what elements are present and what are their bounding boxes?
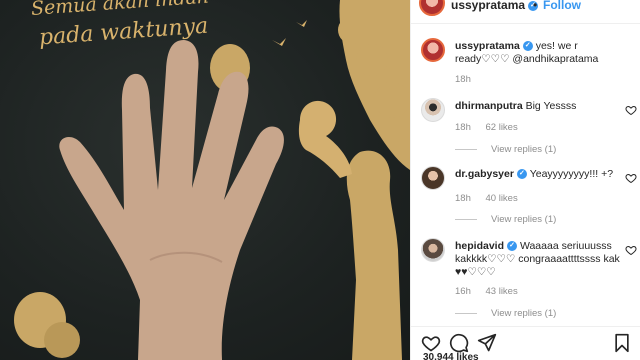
share-paper-plane-icon[interactable]	[477, 333, 497, 353]
comment-body: hepidavid ✓ Waaaaa seriuuusss kakkkk♡♡♡ c…	[455, 240, 625, 279]
follow-button[interactable]: Follow	[543, 0, 581, 12]
comment-meta: 16h 43 likes	[455, 286, 530, 297]
verified-badge-icon: ✓	[516, 169, 527, 180]
caption-username[interactable]: ussypratama	[455, 40, 520, 52]
photo-illustration	[14, 0, 410, 360]
comment-time[interactable]: 18h	[455, 122, 471, 133]
view-replies-button[interactable]: View replies (1)	[455, 214, 556, 225]
avatar[interactable]	[421, 238, 445, 262]
adult-silhouette	[346, 150, 402, 360]
comment-meta: 18h 40 likes	[455, 193, 530, 204]
replies-divider	[455, 312, 477, 314]
post-header: ussypratama ✓ • Follow	[411, 0, 640, 24]
verified-badge-icon: ✓	[522, 41, 533, 52]
caption-time[interactable]: 18h	[455, 74, 471, 85]
child-silhouette	[298, 100, 352, 178]
hand-shape	[59, 40, 284, 360]
like-heart-icon[interactable]	[421, 333, 441, 353]
bookmark-icon[interactable]	[613, 333, 631, 353]
replies-divider	[455, 148, 477, 150]
header-separator: •	[533, 0, 538, 12]
view-replies-button[interactable]: View replies (1)	[455, 144, 556, 155]
comment-likes[interactable]: 43 likes	[486, 286, 518, 297]
header-username[interactable]: ussypratama ✓	[451, 0, 539, 12]
replies-divider	[455, 218, 477, 220]
likes-count[interactable]: 30,944 likes	[423, 352, 479, 360]
comment-username[interactable]: dhirmanputra	[455, 100, 523, 112]
post-sidebar: ussypratama ✓ • Follow ussypratama ✓ yes! …	[410, 0, 640, 360]
tree-leaf	[356, 44, 388, 76]
comment-meta: 18h 62 likes	[455, 122, 530, 133]
avatar[interactable]	[421, 98, 445, 122]
caption-meta: 18h	[455, 74, 483, 85]
comment-body: dhirmanputra Big Yessss	[455, 100, 625, 113]
heart-icon[interactable]	[625, 244, 637, 256]
heart-icon[interactable]	[625, 172, 637, 184]
verified-badge-icon: ✓	[507, 241, 518, 252]
tree-leaf	[338, 16, 366, 44]
comment-likes[interactable]: 62 likes	[486, 122, 518, 133]
view-replies-button[interactable]: View replies (1)	[455, 308, 556, 319]
view-replies-label[interactable]: View replies (1)	[491, 144, 556, 155]
comment-text: Yeayyyyyyyy!!! +?	[529, 168, 614, 180]
avatar[interactable]	[421, 166, 445, 190]
bottom-left-figure	[44, 322, 80, 358]
comment-time[interactable]: 16h	[455, 286, 471, 297]
comment-username[interactable]: dr.gabysyer	[455, 168, 514, 180]
comment-likes[interactable]: 40 likes	[486, 193, 518, 204]
comment-text: Big Yessss	[525, 100, 577, 112]
header-username-text[interactable]: ussypratama	[451, 0, 525, 12]
view-replies-label[interactable]: View replies (1)	[491, 214, 556, 225]
comment-time[interactable]: 18h	[455, 193, 471, 204]
post-photo[interactable]: Semua akan indah pada waktunya	[0, 0, 410, 360]
caption-body: ussypratama ✓ yes! we r ready♡♡♡ @andhika…	[455, 40, 625, 66]
tree-leaf	[374, 82, 410, 118]
avatar[interactable]	[421, 38, 445, 62]
comment-username[interactable]: hepidavid	[455, 240, 504, 252]
bird-shape	[296, 20, 307, 27]
avatar[interactable]	[419, 0, 445, 16]
comment-body: dr.gabysyer ✓ Yeayyyyyyyy!!! +?	[455, 168, 625, 181]
bird-shape	[272, 38, 286, 46]
heart-icon[interactable]	[625, 104, 637, 116]
comment-bubble-icon[interactable]	[449, 333, 469, 353]
view-replies-label[interactable]: View replies (1)	[491, 308, 556, 319]
